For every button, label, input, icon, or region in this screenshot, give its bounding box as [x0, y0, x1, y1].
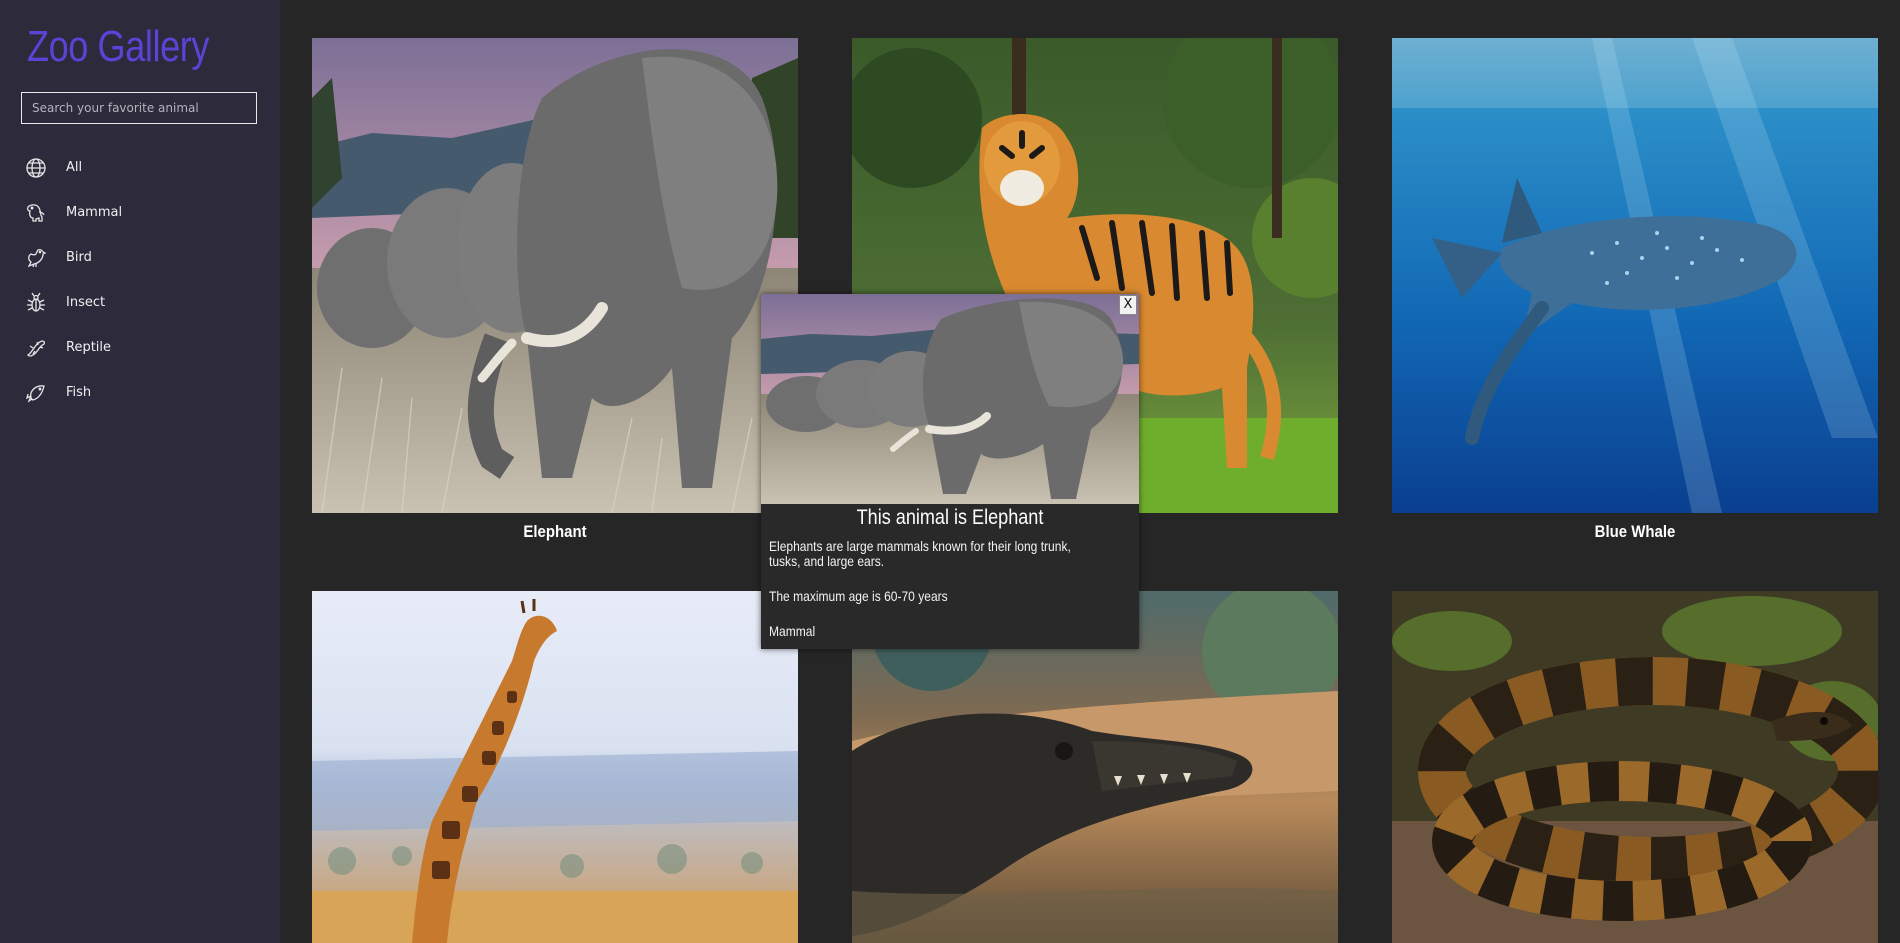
sidebar-item-label: Fish: [66, 385, 92, 400]
bird-icon: [24, 246, 48, 270]
animal-name: Blue Whale: [1594, 522, 1676, 541]
animal-description: Elephants are large mammals known for th…: [769, 538, 1071, 569]
animal-card-python[interactable]: [1392, 591, 1878, 943]
modal-title: This animal is Elephant: [856, 506, 1044, 529]
sidebar: Zoo Gallery All Mammal: [0, 0, 280, 943]
python-photo[interactable]: [1392, 591, 1878, 943]
sidebar-item-reptile[interactable]: Reptile: [0, 325, 280, 370]
sidebar-item-bird[interactable]: Bird: [0, 235, 280, 280]
modal-elephant-photo: [761, 294, 1139, 504]
sidebar-item-label: All: [66, 160, 83, 175]
close-button[interactable]: X: [1119, 295, 1137, 315]
animal-name: Elephant: [523, 522, 587, 541]
search-box: [21, 92, 257, 124]
reptile-icon: [24, 336, 48, 360]
elephant-photo[interactable]: [312, 38, 798, 513]
whale-shark-photo[interactable]: [1392, 38, 1878, 513]
animal-max-age: The maximum age is 60-70 years: [769, 588, 948, 604]
sidebar-item-label: Bird: [66, 250, 92, 265]
animal-category: Mammal: [769, 623, 816, 639]
category-nav: All Mammal Bird Insect Reptile Fish: [0, 145, 280, 415]
sidebar-item-label: Insect: [66, 295, 106, 310]
giraffe-photo[interactable]: [312, 591, 798, 943]
insect-icon: [24, 291, 48, 315]
animal-detail-modal: X This animal is Elephant Elephants are …: [761, 294, 1139, 649]
sidebar-item-fish[interactable]: Fish: [0, 370, 280, 415]
sidebar-item-mammal[interactable]: Mammal: [0, 190, 280, 235]
animal-card-elephant[interactable]: Elephant: [312, 38, 798, 548]
globe-icon: [24, 156, 48, 180]
sidebar-item-all[interactable]: All: [0, 145, 280, 190]
mammal-icon: [24, 201, 48, 225]
fish-icon: [24, 381, 48, 405]
sidebar-item-insect[interactable]: Insect: [0, 280, 280, 325]
sidebar-item-label: Mammal: [66, 205, 123, 220]
app-title: Zoo Gallery: [27, 22, 209, 71]
sidebar-item-label: Reptile: [66, 340, 112, 355]
animal-card-blue-whale[interactable]: Blue Whale: [1392, 38, 1878, 548]
animal-card-giraffe[interactable]: [312, 591, 798, 943]
search-input[interactable]: [22, 93, 256, 123]
